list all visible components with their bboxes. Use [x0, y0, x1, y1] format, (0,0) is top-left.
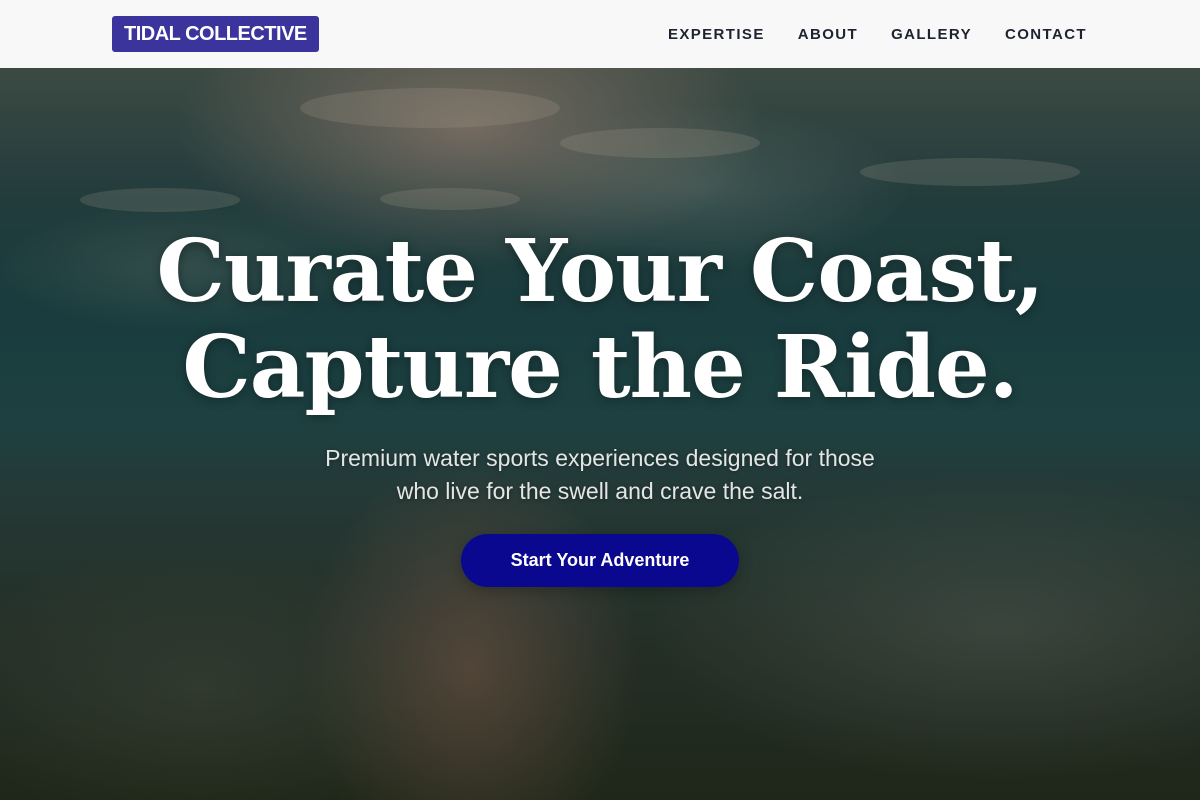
nav-item-expertise[interactable]: EXPERTISE: [668, 26, 765, 43]
site-header: TIDAL COLLECTIVE EXPERTISE ABOUT GALLERY…: [0, 0, 1200, 68]
hero-section: Curate Your Coast, Capture the Ride. Pre…: [0, 68, 1200, 800]
logo[interactable]: TIDAL COLLECTIVE: [112, 16, 319, 52]
hero-title: Curate Your Coast, Capture the Ride.: [0, 224, 1200, 416]
hero-subtitle: Premium water sports experiences designe…: [0, 442, 1200, 508]
hero-title-line-1: Curate Your Coast,: [156, 221, 1044, 322]
nav-item-about[interactable]: ABOUT: [798, 26, 858, 43]
nav-item-gallery[interactable]: GALLERY: [891, 26, 972, 43]
nav-item-contact[interactable]: CONTACT: [1005, 26, 1087, 43]
hero-subtitle-line-1: Premium water sports experiences designe…: [325, 445, 875, 471]
hero-title-line-2: Capture the Ride.: [182, 317, 1018, 418]
main-nav: EXPERTISE ABOUT GALLERY CONTACT: [668, 0, 1087, 68]
start-adventure-button[interactable]: Start Your Adventure: [461, 534, 739, 587]
hero-subtitle-line-2: who live for the swell and crave the sal…: [396, 478, 804, 504]
hero-overlay: [0, 68, 1200, 800]
